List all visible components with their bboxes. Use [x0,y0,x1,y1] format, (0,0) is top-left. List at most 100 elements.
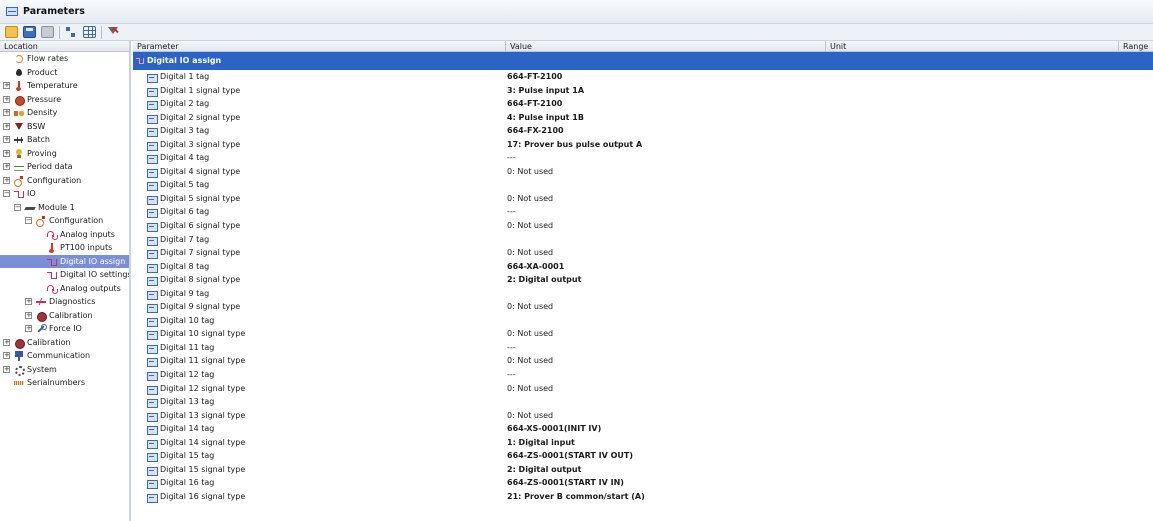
tree-item[interactable]: + Batch [0,133,129,147]
tree-item[interactable]: Serialnumbers [0,376,129,390]
tree-item[interactable]: + Density [0,106,129,120]
table-row[interactable]: Digital 8 signal type 2: Digital output [133,273,1153,287]
tree-item[interactable]: − IO [0,187,129,201]
expand-icon[interactable]: + [25,298,32,305]
table-row[interactable]: Digital 7 signal type 0: Not used [133,246,1153,260]
expand-icon[interactable]: + [3,136,10,143]
parameter-value[interactable]: 2: Digital output [507,273,581,287]
table-row[interactable]: Digital 6 signal type 0: Not used [133,219,1153,233]
grid-view-icon[interactable] [83,26,96,38]
table-row[interactable]: Digital 1 tag 664-FT-2100 [133,70,1153,84]
parameter-value[interactable]: 0: Not used [507,300,553,314]
column-header-parameter[interactable]: Parameter [133,41,179,52]
parameter-value[interactable]: 664-FT-2100 [507,97,562,111]
print-icon[interactable] [41,26,54,38]
collapse-icon[interactable]: − [3,190,10,197]
parameter-value[interactable]: 664-FX-2100 [507,124,564,138]
parameter-value[interactable]: 17: Prover bus pulse output A [507,138,642,152]
tree-item[interactable]: PT100 inputs [0,241,129,255]
table-row[interactable]: Digital 13 tag [133,395,1153,409]
tree-item[interactable]: + Temperature [0,79,129,93]
tree-item[interactable]: + System [0,363,129,377]
parameter-value[interactable]: --- [507,368,516,382]
parameter-value[interactable]: 0: Not used [507,382,553,396]
tree-item[interactable]: Digital IO assign [0,254,129,268]
table-row[interactable]: Digital 13 signal type 0: Not used [133,409,1153,423]
table-row[interactable]: Digital 3 signal type 17: Prover bus puls… [133,138,1153,152]
group-header-digital-io-assign[interactable]: Digital IO assign [133,52,1153,70]
column-header-value[interactable]: Value [505,41,532,52]
tree-view-icon[interactable] [65,26,78,38]
table-row[interactable]: Digital 14 tag 664-XS-0001(INIT IV) [133,422,1153,436]
filter-icon[interactable] [107,26,120,38]
parameter-value[interactable]: --- [507,205,516,219]
collapse-icon[interactable]: − [25,217,32,224]
table-row[interactable]: Digital 15 signal type 2: Digital output [133,463,1153,477]
expand-icon[interactable]: + [3,176,10,184]
tree-item[interactable]: + Calibration [0,309,129,323]
parameter-value[interactable]: 3: Pulse input 1A [507,84,584,98]
table-row[interactable]: Digital 1 signal type 3: Pulse input 1A [133,84,1153,98]
expand-icon[interactable]: + [3,82,10,89]
table-row[interactable]: Digital 10 tag [133,314,1153,328]
table-row[interactable]: Digital 5 signal type 0: Not used [133,192,1153,206]
parameter-value[interactable]: 4: Pulse input 1B [507,111,584,125]
tree-item[interactable]: − Module 1 [0,201,129,215]
open-icon[interactable] [5,26,18,38]
parameter-value[interactable]: --- [507,151,516,165]
expand-icon[interactable]: + [3,95,10,103]
tree-item[interactable]: + Configuration [0,174,129,188]
expand-icon[interactable]: + [3,149,10,157]
table-row[interactable]: Digital 5 tag [133,178,1153,192]
expand-icon[interactable]: + [3,163,10,170]
table-row[interactable]: Digital 2 signal type 4: Pulse input 1B [133,111,1153,125]
table-row[interactable]: Digital 11 signal type 0: Not used [133,354,1153,368]
parameter-value[interactable]: 664-XA-0001 [507,260,564,274]
tree-item[interactable]: + Force IO [0,322,129,336]
parameter-value[interactable]: 664-FT-2100 [507,70,562,84]
table-row[interactable]: Digital 15 tag 664-ZS-0001(START IV OUT) [133,449,1153,463]
location-column-header[interactable]: Location [0,41,129,52]
expand-icon[interactable]: + [3,109,10,116]
table-row[interactable]: Digital 10 signal type 0: Not used [133,327,1153,341]
table-row[interactable]: Digital 2 tag 664-FT-2100 [133,97,1153,111]
table-row[interactable]: Digital 9 tag [133,287,1153,301]
tree-item[interactable]: + Proving [0,147,129,161]
tree-item[interactable]: + Period data [0,160,129,174]
table-row[interactable]: Digital 4 tag --- [133,151,1153,165]
expand-icon[interactable]: + [25,325,32,332]
table-row[interactable]: Digital 16 tag 664-ZS-0001(START IV IN) [133,476,1153,490]
column-header-range[interactable]: Range [1118,41,1148,52]
parameter-value[interactable]: 0: Not used [507,327,553,341]
parameter-value[interactable]: 21: Prover B common/start (A) [507,490,645,504]
parameter-value[interactable]: 0: Not used [507,219,553,233]
tree-item[interactable]: + BSW [0,120,129,134]
save-icon[interactable] [23,26,36,38]
tree-item[interactable]: + Pressure [0,93,129,107]
tree-item[interactable]: Product [0,66,129,80]
expand-icon[interactable]: + [25,311,32,319]
parameter-value[interactable]: 2: Digital output [507,463,581,477]
collapse-icon[interactable]: − [14,203,21,211]
tree-item[interactable]: − Configuration [0,214,129,228]
table-row[interactable]: Digital 4 signal type 0: Not used [133,165,1153,179]
parameter-value[interactable]: 0: Not used [507,409,553,423]
expand-icon[interactable]: + [3,365,10,373]
table-row[interactable]: Digital 16 signal type 21: Prover B commo… [133,490,1153,504]
table-row[interactable]: Digital 7 tag [133,233,1153,247]
table-row[interactable]: Digital 14 signal type 1: Digital input [133,436,1153,450]
parameter-value[interactable]: 0: Not used [507,246,553,260]
table-row[interactable]: Digital 6 tag --- [133,205,1153,219]
parameter-value[interactable]: 0: Not used [507,354,553,368]
tree-item[interactable]: + Calibration [0,336,129,350]
expand-icon[interactable]: + [3,338,10,346]
column-header-unit[interactable]: Unit [825,41,846,52]
parameter-value[interactable]: 0: Not used [507,165,553,179]
table-row[interactable]: Digital 12 tag --- [133,368,1153,382]
parameter-value[interactable]: 1: Digital input [507,436,575,450]
expand-icon[interactable]: + [3,122,10,130]
expand-icon[interactable]: + [3,352,10,359]
table-row[interactable]: Digital 12 signal type 0: Not used [133,382,1153,396]
parameter-value[interactable]: --- [507,341,516,355]
tree-item[interactable]: + Diagnostics [0,295,129,309]
